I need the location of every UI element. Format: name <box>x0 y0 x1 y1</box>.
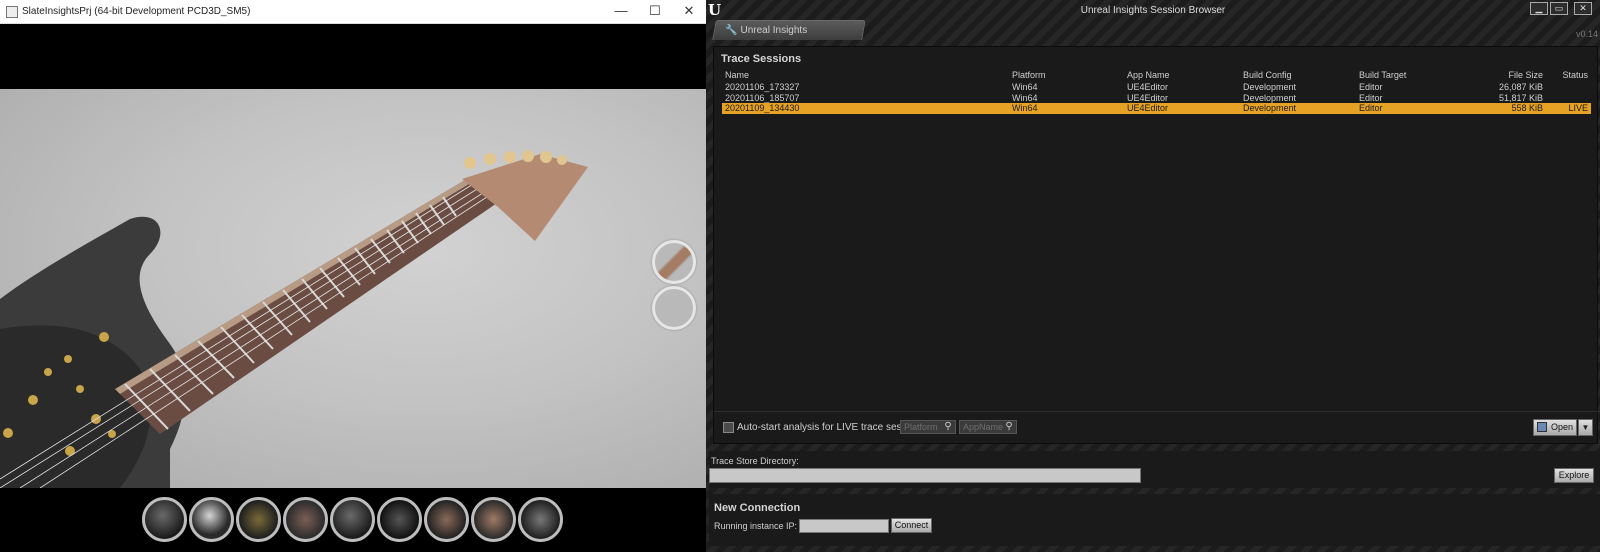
sessions-toolbar: Auto-start analysis for LIVE trace sessi… <box>714 411 1599 443</box>
session-name: 20201106_173327 <box>725 82 800 92</box>
thumbnail-button[interactable] <box>377 497 422 542</box>
explore-button[interactable]: Explore <box>1554 468 1594 483</box>
trace-store-panel: Trace Store Directory: Explore <box>709 451 1600 488</box>
thumbnail-button[interactable] <box>330 497 375 542</box>
tab-label: Unreal Insights <box>740 25 808 36</box>
thumbnail-button[interactable] <box>283 497 328 542</box>
new-connection-panel: New Connection Running instance IP: Conn… <box>709 494 1600 546</box>
session-config: Development <box>1243 92 1297 103</box>
table-row[interactable]: 20201106_185707 Win64 UE4Editor Developm… <box>722 93 1591 104</box>
trace-store-directory-field[interactable] <box>709 468 1141 483</box>
session-name: 20201106_185707 <box>725 92 800 103</box>
guitar-viewport[interactable] <box>0 89 706 488</box>
thumbnail-button[interactable] <box>471 497 516 542</box>
table-header: Name Platform App Name Build Config Buil… <box>722 69 1591 82</box>
minimize-button[interactable]: — <box>604 0 638 24</box>
column-header-build-target[interactable]: Build Target <box>1359 69 1406 82</box>
app-icon <box>6 6 18 18</box>
minimize-button[interactable]: ▁ <box>1530 2 1548 15</box>
table-row[interactable]: 20201106_173327 Win64 UE4Editor Developm… <box>722 82 1591 93</box>
thumbnail-button[interactable] <box>518 497 563 542</box>
platform-filter-placeholder: Platform <box>904 422 938 432</box>
auto-start-label: Auto-start analysis for LIVE trace sessi… <box>737 422 925 433</box>
insights-titlebar[interactable]: U Unreal Insights Session Browser ▁ ▭ ✕ <box>706 0 1600 22</box>
session-app: UE4Editor <box>1127 82 1169 92</box>
session-target: Editor <box>1359 103 1383 113</box>
close-button[interactable]: ✕ <box>672 0 706 24</box>
column-header-platform[interactable]: Platform <box>1012 69 1046 82</box>
column-header-status[interactable]: Status <box>1562 69 1588 82</box>
game-window: SlateInsightsPrj (64-bit Development PCD… <box>0 0 706 552</box>
body-select-button[interactable] <box>652 286 696 330</box>
session-app: UE4Editor <box>1127 103 1169 113</box>
column-header-app-name[interactable]: App Name <box>1127 69 1170 82</box>
wrench-icon: 🔧 <box>725 25 738 36</box>
session-config: Development <box>1243 103 1297 113</box>
open-dropdown-button[interactable]: ▼ <box>1578 419 1593 436</box>
session-target: Editor <box>1359 92 1383 103</box>
new-connection-title: New Connection <box>714 502 801 514</box>
neck-select-button[interactable] <box>652 240 696 284</box>
thumbnail-button[interactable] <box>142 497 187 542</box>
session-config: Development <box>1243 82 1297 92</box>
running-instance-ip-label: Running instance IP: <box>714 521 798 531</box>
session-size: 51,817 KiB <box>1498 92 1543 103</box>
column-header-name[interactable]: Name <box>725 69 749 82</box>
game-window-title: SlateInsightsPrj (64-bit Development PCD… <box>22 6 251 17</box>
column-header-build-config[interactable]: Build Config <box>1243 69 1292 82</box>
insights-window: U Unreal Insights Session Browser ▁ ▭ ✕ … <box>706 0 1600 552</box>
chevron-down-icon: ▼ <box>1581 423 1590 432</box>
session-name: 20201109_134430 <box>725 103 800 113</box>
session-platform: Win64 <box>1012 92 1038 103</box>
guitar-render <box>0 150 588 488</box>
game-window-titlebar[interactable]: SlateInsightsPrj (64-bit Development PCD… <box>0 0 706 24</box>
insights-window-title: Unreal Insights Session Browser <box>1080 5 1226 16</box>
version-label: v0.14 <box>1575 29 1598 39</box>
maximize-button[interactable]: ☐ <box>638 0 672 24</box>
search-icon: ⚲ <box>944 421 952 432</box>
platform-filter-input[interactable]: Platform ⚲ <box>900 420 956 434</box>
close-button[interactable]: ✕ <box>1574 2 1592 15</box>
session-size: 558 KiB <box>1511 103 1543 113</box>
connect-button[interactable]: Connect <box>891 518 932 533</box>
thumbnail-button[interactable] <box>424 497 469 542</box>
appname-filter-placeholder: AppName <box>963 422 1004 432</box>
ip-address-input[interactable] <box>799 519 889 533</box>
search-icon: ⚲ <box>1005 421 1013 432</box>
trace-store-label: Trace Store Directory: <box>711 456 799 466</box>
table-row-selected[interactable]: 20201109_134430 Win64 UE4Editor Developm… <box>722 103 1591 114</box>
open-button-label: Open <box>1550 422 1573 432</box>
appname-filter-input[interactable]: AppName ⚲ <box>959 420 1017 434</box>
maximize-button[interactable]: ▭ <box>1550 2 1568 15</box>
column-header-file-size[interactable]: File Size <box>1508 69 1543 82</box>
session-size: 26,087 KiB <box>1498 82 1543 92</box>
open-trace-icon <box>1537 422 1547 432</box>
trace-sessions-title: Trace Sessions <box>721 53 802 65</box>
session-platform: Win64 <box>1012 82 1038 92</box>
session-status-live: LIVE <box>1568 103 1588 113</box>
guitar-neck <box>115 177 500 434</box>
session-target: Editor <box>1359 82 1383 92</box>
thumbnail-button[interactable] <box>189 497 234 542</box>
session-app: UE4Editor <box>1127 92 1169 103</box>
auto-start-checkbox[interactable] <box>723 422 734 433</box>
trace-sessions-panel: Trace Sessions Name Platform App Name Bu… <box>713 46 1599 444</box>
thumbnail-button[interactable] <box>236 497 281 542</box>
sessions-table: Name Platform App Name Build Config Buil… <box>722 69 1591 114</box>
open-button[interactable]: Open <box>1533 419 1577 436</box>
tab-unreal-insights[interactable]: 🔧 Unreal Insights <box>712 20 866 40</box>
session-platform: Win64 <box>1012 103 1038 113</box>
